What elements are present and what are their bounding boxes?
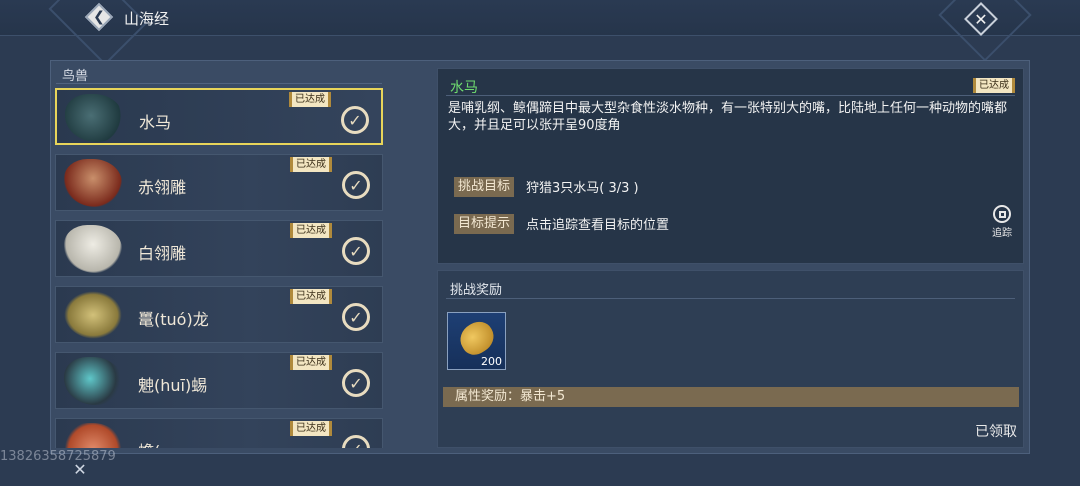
hint-value: 点击追踪查看目标的位置 xyxy=(526,218,670,233)
category-label: 鸟兽 xyxy=(62,69,89,84)
watermark: 13826358725879 xyxy=(0,449,116,464)
close-icon: ✕ xyxy=(974,9,988,29)
list-item[interactable]: 䰠(huī)蜴 已达成 ✓ xyxy=(55,352,383,409)
item-name: 䰠(huī)蜴 xyxy=(138,376,208,395)
divider xyxy=(446,298,1015,299)
page-title: 山海经 xyxy=(124,10,170,28)
status-badge: 已达成 xyxy=(290,355,332,370)
status-badge: 已达成 xyxy=(290,223,332,238)
claimed-status: 已领取 xyxy=(975,424,1017,440)
track-label: 追踪 xyxy=(992,228,1012,239)
status-badge: 已达成 xyxy=(290,157,332,172)
creature-image xyxy=(64,225,122,273)
status-badge: 已达成 xyxy=(290,421,332,436)
creature-image xyxy=(64,159,122,207)
creature-list[interactable]: 水马 已达成 ✓ 赤翎雕 已达成 ✓ 白翎雕 已达成 ✓ 鼍(tuó)龙 已达成… xyxy=(55,88,383,448)
status-badge: 已达成 xyxy=(290,289,332,304)
top-bar: ❮ 山海经 ✕ xyxy=(0,0,1080,66)
check-icon: ✓ xyxy=(342,369,370,397)
goal-value: 狩猎3只水马( 3/3 ) xyxy=(526,181,639,196)
creature-image xyxy=(64,291,122,339)
status-badge: 已达成 xyxy=(289,92,331,107)
check-icon: ✓ xyxy=(342,171,370,199)
reward-panel: 挑战奖励 200 属性奖励：暴击+5 已领取 xyxy=(437,270,1024,448)
detail-title: 水马 xyxy=(450,80,478,96)
reward-title: 挑战奖励 xyxy=(450,283,503,298)
attribute-reward: 属性奖励：暴击+5 xyxy=(443,387,1019,407)
goal-row: 挑战目标 狩猎3只水马( 3/3 ) xyxy=(454,177,639,197)
item-name: 白翎雕 xyxy=(138,244,187,263)
creature-image xyxy=(65,94,123,142)
description: 是哺乳纲、鲸偶蹄目中最大型杂食性淡水物种，有一张特别大的嘴，比陆地上任何一种动物… xyxy=(448,101,1008,133)
shell-icon xyxy=(454,316,500,360)
list-item[interactable]: 赤翎雕 已达成 ✓ xyxy=(55,154,383,211)
check-icon: ✓ xyxy=(341,106,369,134)
creature-image xyxy=(64,357,122,405)
category-header: 鸟兽 xyxy=(56,62,382,84)
status-badge: 已达成 xyxy=(973,78,1015,93)
hint-row: 目标提示 点击追踪查看目标的位置 xyxy=(454,214,669,234)
close-icon[interactable]: ✕ xyxy=(70,460,90,480)
close-button[interactable]: ✕ xyxy=(964,2,998,36)
divider xyxy=(446,95,1015,96)
item-name: 鼍(tuó)龙 xyxy=(138,310,209,329)
goal-label: 挑战目标 xyxy=(454,177,515,197)
list-item[interactable]: 蟾( 已达成 ✓ xyxy=(55,418,383,448)
chevron-left-icon: ❮ xyxy=(93,9,105,25)
list-item[interactable]: 白翎雕 已达成 ✓ xyxy=(55,220,383,277)
track-button[interactable]: 追踪 xyxy=(990,205,1014,239)
item-name: 蟾( xyxy=(138,438,160,448)
item-name: 水马 xyxy=(139,113,172,132)
check-icon: ✓ xyxy=(342,237,370,265)
back-button[interactable]: ❮ xyxy=(84,2,114,32)
list-item[interactable]: 水马 已达成 ✓ xyxy=(55,88,383,145)
detail-panel: 水马 已达成 是哺乳纲、鲸偶蹄目中最大型杂食性淡水物种，有一张特别大的嘴，比陆地… xyxy=(437,68,1024,264)
list-item[interactable]: 鼍(tuó)龙 已达成 ✓ xyxy=(55,286,383,343)
reward-quantity: 200 xyxy=(481,355,502,368)
check-icon: ✓ xyxy=(342,303,370,331)
item-name: 赤翎雕 xyxy=(138,178,187,197)
check-icon: ✓ xyxy=(342,435,370,448)
reward-item[interactable]: 200 xyxy=(447,312,506,370)
creature-image xyxy=(64,423,122,448)
track-pin-icon xyxy=(993,205,1011,223)
hint-label: 目标提示 xyxy=(454,214,515,234)
